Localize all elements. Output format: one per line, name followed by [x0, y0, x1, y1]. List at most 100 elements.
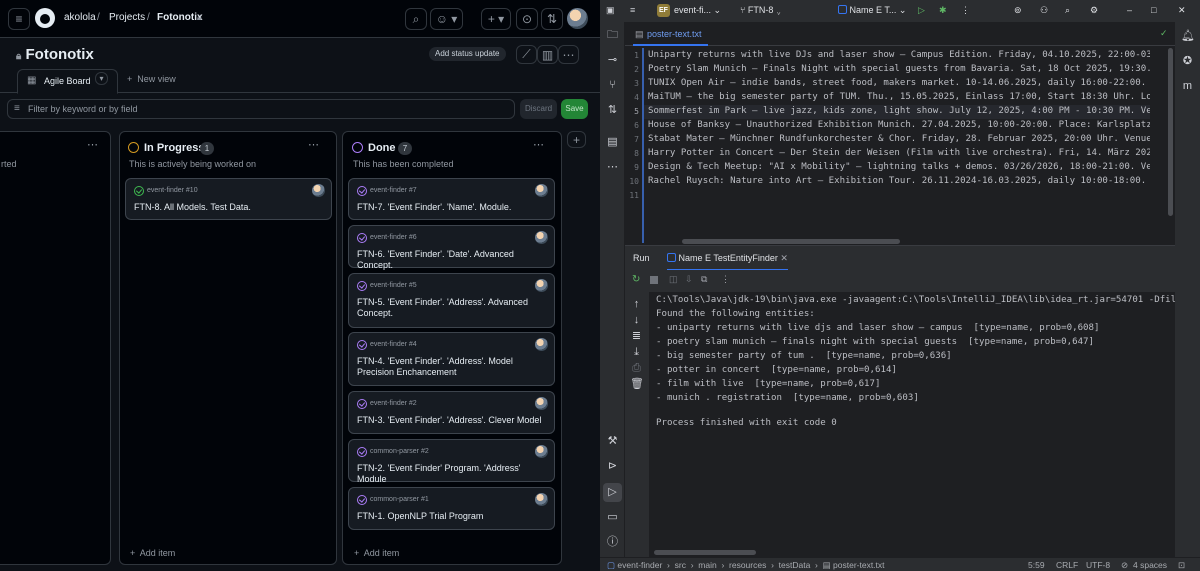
card-title[interactable]: FTN-4. 'Event Finder'. 'Address'. Model … — [357, 356, 549, 378]
scroll-down-icon[interactable]: ↓ — [630, 314, 643, 327]
hamburger-menu-icon[interactable]: ≡ — [630, 5, 635, 15]
stop-icon[interactable] — [650, 276, 658, 284]
issue-card[interactable]: event-finder #4 FTN-4. 'Event Finder'. '… — [348, 332, 555, 386]
run-console[interactable]: C:\Tools\Java\jdk-19\bin\java.exe -javaa… — [650, 292, 1175, 550]
search-icon[interactable]: ⌕ — [1065, 5, 1070, 16]
card-repo[interactable]: common-parser #2 — [370, 448, 429, 455]
assignee-avatar[interactable] — [535, 397, 548, 410]
file-encoding[interactable]: UTF-8 — [1086, 560, 1110, 570]
insights-icon[interactable]: ⟋ — [516, 45, 537, 64]
run-config-selector[interactable]: Name E T... ⌄ — [838, 5, 906, 16]
add-column-icon[interactable]: + — [567, 131, 586, 148]
ai-assistant-icon[interactable]: ✪ — [1181, 55, 1194, 68]
unlock-icon[interactable]: ⊡ — [1178, 560, 1185, 571]
search-icon[interactable]: ⌕ — [405, 8, 427, 30]
code-line[interactable]: TUNIX Open Air — indie bands, street foo… — [648, 78, 1150, 88]
notifications-icon[interactable]: 🔔︎ — [1181, 30, 1195, 43]
card-repo[interactable]: event-finder #5 — [370, 282, 417, 289]
card-repo[interactable]: event-finder #2 — [370, 400, 417, 407]
code-line[interactable]: Uniparty returns with live DJs and laser… — [648, 50, 1150, 60]
build-icon[interactable]: ⚒ — [606, 435, 619, 448]
breadcrumb-projects[interactable]: Projects — [109, 12, 145, 23]
new-view-button[interactable]: + New view — [127, 74, 176, 84]
card-title[interactable]: FTN-7. 'Event Finder'. 'Name'. Module. — [357, 202, 549, 213]
assignee-avatar[interactable] — [535, 231, 548, 244]
more-options-icon[interactable]: ⋯ — [558, 45, 579, 64]
column-menu-icon[interactable]: ⋯ — [308, 138, 320, 151]
readonly-toggle-icon[interactable]: ⊘ — [1121, 560, 1128, 571]
more-tools-icon[interactable]: ⋯ — [606, 161, 619, 174]
close-icon[interactable]: ✕ — [1178, 5, 1186, 16]
pull-requests-icon[interactable]: ⇅ — [541, 8, 563, 30]
issue-card[interactable]: event-finder #6 FTN-6. 'Event Finder'. '… — [348, 225, 555, 270]
filter-input[interactable]: ≡ Filter by keyword or by field — [7, 99, 515, 119]
status-path-segment[interactable]: resources — [729, 560, 766, 570]
debug-icon[interactable]: ✱ — [939, 5, 947, 16]
issue-card[interactable]: event-finder #2 FTN-3. 'Event Finder'. '… — [348, 391, 555, 434]
issues-icon[interactable]: ⊙ — [516, 8, 538, 30]
code-line[interactable]: Rachel Ruysch: Nature into Art — Exhibit… — [648, 176, 1150, 186]
project-badge[interactable]: EF — [657, 4, 670, 17]
code-line[interactable]: Design & Tech Meetup: "AI x Mobility" — … — [648, 162, 1150, 172]
run-tab[interactable]: Name E TestEntityFinder ✕ — [667, 253, 788, 271]
card-repo[interactable]: event-finder #6 — [370, 234, 417, 241]
maven-icon[interactable]: m — [1181, 80, 1194, 93]
maximize-icon[interactable]: □ — [1151, 5, 1156, 15]
code-line[interactable]: Poetry Slam Munich — Finals Night with s… — [648, 64, 1150, 74]
column-menu-icon[interactable]: ⋯ — [87, 138, 99, 151]
pull-request-icon[interactable]: ⇅ — [606, 104, 619, 117]
issue-card[interactable]: common-parser #2 FTN-2. 'Event Finder' P… — [348, 439, 555, 485]
add-item-button[interactable]: + Add item — [354, 548, 399, 558]
screenshot-icon[interactable]: ◫ — [669, 274, 678, 285]
run-window-icon[interactable]: ▷ — [603, 483, 622, 502]
assignee-avatar[interactable] — [535, 493, 548, 506]
inspection-ok-icon[interactable]: ✓ — [1160, 28, 1168, 39]
code-with-me-icon[interactable]: ⊚ — [1014, 5, 1022, 16]
terminal-icon[interactable]: ▭ — [606, 511, 619, 524]
code-line[interactable]: Stabat Mater — Münchner Rundfunkorcheste… — [648, 134, 1150, 144]
indent-setting[interactable]: 4 spaces — [1133, 560, 1167, 570]
card-title[interactable]: FTN-2. 'Event Finder' Program. 'Address'… — [357, 463, 549, 485]
card-repo[interactable]: common-parser #1 — [370, 496, 429, 503]
restore-layout-icon[interactable]: ⧉ — [701, 274, 707, 285]
assignee-avatar[interactable] — [312, 184, 325, 197]
editor-vertical-scrollbar[interactable] — [1168, 48, 1173, 216]
card-repo[interactable]: event-finder #4 — [370, 341, 417, 348]
status-path-segment[interactable]: poster-text.txt — [833, 560, 885, 570]
more-options-icon[interactable]: ⋮ — [721, 274, 730, 285]
rerun-icon[interactable]: ↻ — [632, 274, 640, 285]
issue-card[interactable]: event-finder #7 FTN-7. 'Event Finder'. '… — [348, 178, 555, 220]
code-line[interactable]: Harry Potter in Concert — Der Stein der … — [648, 148, 1150, 158]
copilot-icon[interactable]: ☺ ▾ — [430, 8, 463, 30]
add-user-icon[interactable]: ⚇ — [1040, 5, 1048, 16]
discard-button[interactable]: Discard — [520, 99, 557, 119]
assignee-avatar[interactable] — [535, 184, 548, 197]
layout-icon[interactable]: ▥ — [537, 45, 558, 64]
add-item-button[interactable]: + Add item — [130, 548, 175, 558]
user-avatar[interactable] — [567, 8, 588, 29]
problems-icon[interactable]: ⓘ — [606, 536, 619, 549]
scroll-to-end-icon[interactable]: ⤓ — [630, 346, 643, 359]
main-menu-icon[interactable]: ▣ — [606, 5, 615, 16]
create-new-icon[interactable]: + ▾ — [481, 8, 511, 30]
card-title[interactable]: FTN-1. OpenNLP Trial Program — [357, 511, 549, 522]
line-separator[interactable]: CRLF — [1056, 560, 1078, 570]
settings-icon[interactable]: ⚙ — [1090, 5, 1098, 16]
card-repo[interactable]: event-finder #10 — [147, 187, 198, 194]
soft-wrap-icon[interactable]: ≣ — [630, 330, 643, 343]
status-path-segment[interactable]: src — [675, 560, 686, 570]
clear-all-icon[interactable]: 🗑︎ — [630, 378, 644, 391]
issue-card[interactable]: event-finder #10 FTN-8. All Models. Test… — [125, 178, 332, 220]
github-logo-icon[interactable] — [35, 8, 55, 28]
card-title[interactable]: FTN-3. 'Event Finder'. 'Address'. Clever… — [357, 415, 549, 426]
assignee-avatar[interactable] — [535, 445, 548, 458]
more-actions-icon[interactable]: ⋮ — [961, 5, 970, 16]
caret-position[interactable]: 5:59 — [1028, 560, 1045, 570]
structure-icon[interactable]: ▤ — [606, 136, 619, 149]
card-title[interactable]: FTN-8. All Models. Test Data. — [134, 202, 326, 213]
code-line[interactable]: MaiTUM — the big semester party of TUM. … — [648, 92, 1150, 102]
editor-tab-poster-text[interactable]: ▤ poster-text.txt — [633, 22, 708, 46]
project-folder-icon[interactable]: 🗀︎ — [606, 29, 619, 42]
chevron-down-icon[interactable]: ▾ — [95, 72, 108, 85]
issue-card[interactable]: event-finder #5 FTN-5. 'Event Finder'. '… — [348, 273, 555, 328]
